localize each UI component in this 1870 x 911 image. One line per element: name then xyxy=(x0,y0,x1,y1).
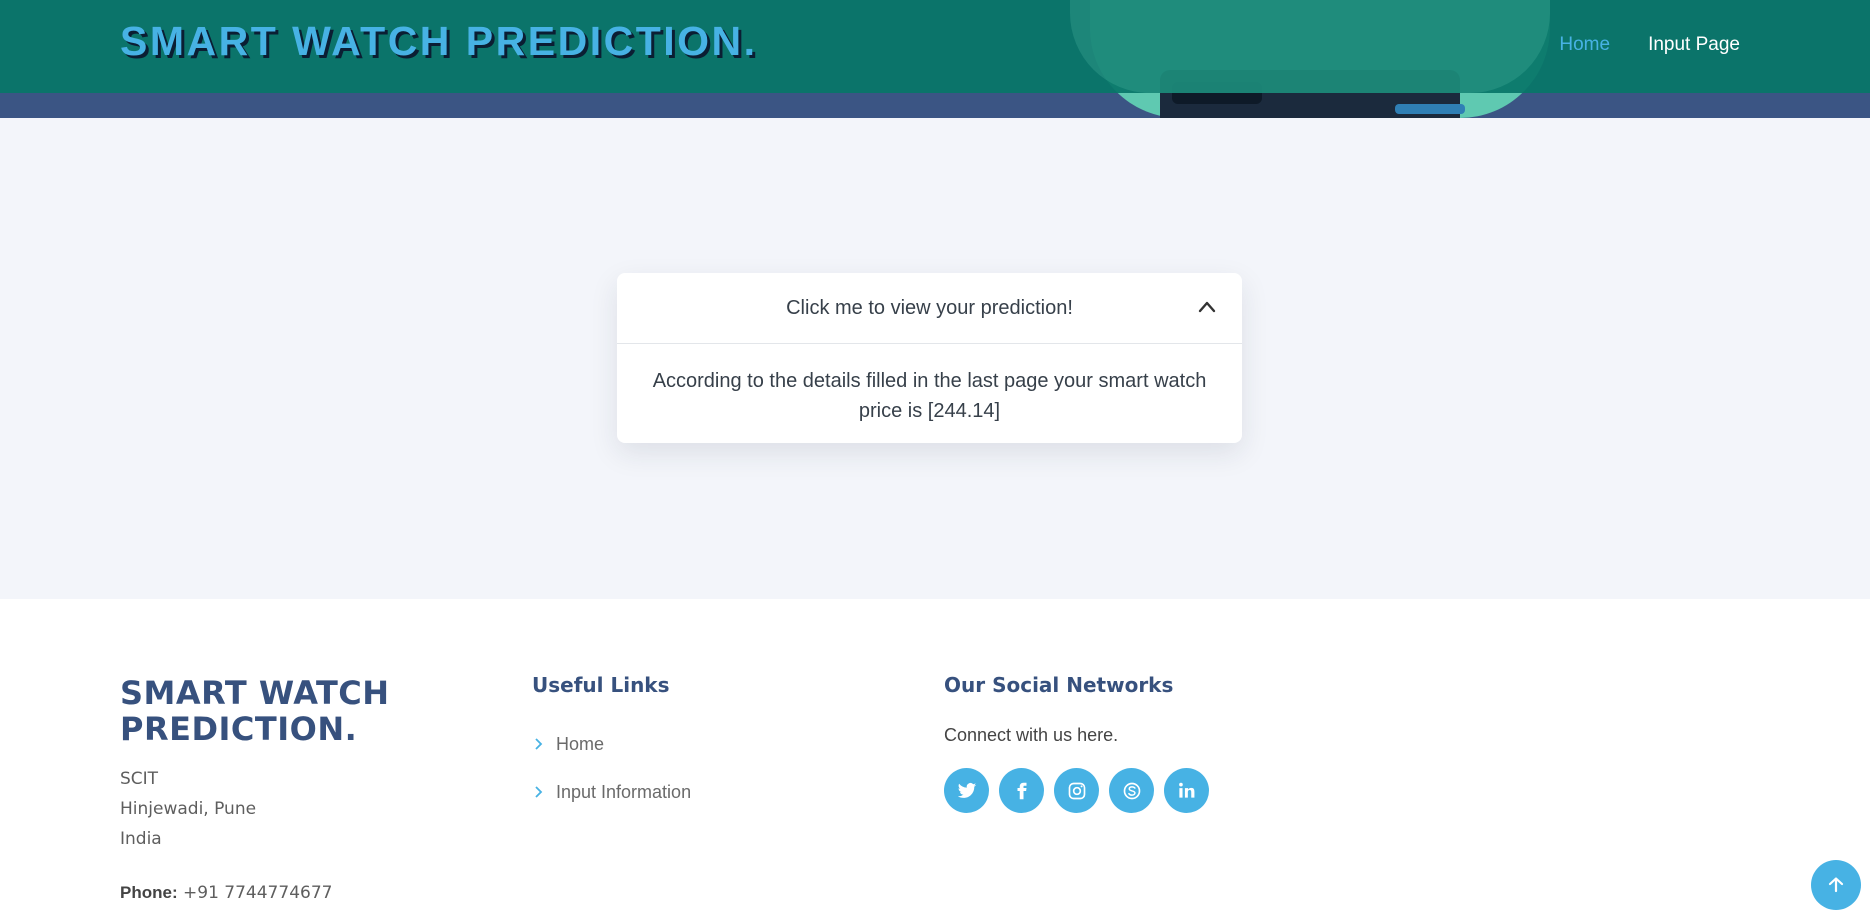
prediction-accordion-header[interactable]: Click me to view your prediction! xyxy=(617,273,1242,344)
social-networks-text: Connect with us here. xyxy=(944,725,1119,745)
prediction-result-text: According to the details filled in the l… xyxy=(652,370,1207,422)
phone-label: Phone: xyxy=(120,883,178,902)
skype-button[interactable] xyxy=(1109,768,1154,813)
social-buttons xyxy=(944,768,1209,813)
chevron-right-icon xyxy=(535,738,543,750)
footer-link-home[interactable]: Home xyxy=(532,720,691,768)
address-line: India xyxy=(120,829,162,849)
main-nav: Home Input Page xyxy=(1559,34,1740,56)
chevron-up-icon[interactable] xyxy=(1197,297,1217,317)
site-logo[interactable]: SMART WATCH PREDICTION. xyxy=(120,18,758,65)
footer-logo: SMART WATCH PREDICTION. xyxy=(120,675,420,747)
footer-link-label: Home xyxy=(556,733,605,754)
footer-logo-line1: SMART WATCH xyxy=(120,674,390,712)
phone-number: +91 7744774677 xyxy=(183,883,333,903)
twitter-icon xyxy=(957,782,976,798)
footer-link-input-information[interactable]: Input Information xyxy=(532,768,691,816)
instagram-button[interactable] xyxy=(1054,768,1099,813)
prediction-accordion: Click me to view your prediction! Accord… xyxy=(617,273,1242,443)
footer: SMART WATCH PREDICTION. SCIT Hinjewadi, … xyxy=(0,599,1870,911)
address-line: SCIT xyxy=(120,769,159,789)
prediction-section: Click me to view your prediction! Accord… xyxy=(0,118,1870,599)
nav-home-link[interactable]: Home xyxy=(1559,34,1610,56)
social-networks-title: Our Social Networks xyxy=(944,673,1174,697)
footer-address: SCIT Hinjewadi, Pune India xyxy=(120,764,256,854)
useful-links-title: Useful Links xyxy=(532,673,670,697)
address-line: Hinjewadi, Pune xyxy=(120,799,257,819)
smartwatch-indicator xyxy=(1395,104,1465,114)
twitter-button[interactable] xyxy=(944,768,989,813)
useful-links-list: Home Input Information xyxy=(532,720,691,816)
footer-phone: Phone: +91 7744774677 xyxy=(120,883,332,903)
footer-link-label: Input Information xyxy=(556,781,692,802)
facebook-button[interactable] xyxy=(999,768,1044,813)
prediction-accordion-title: Click me to view your prediction! xyxy=(786,296,1073,319)
chevron-right-icon xyxy=(535,786,543,798)
instagram-icon xyxy=(1068,782,1085,799)
top-navbar: SMART WATCH PREDICTION. Home Input Page xyxy=(0,0,1870,93)
arrow-up-icon xyxy=(1828,877,1844,893)
skype-icon xyxy=(1123,782,1140,799)
facebook-icon xyxy=(1017,782,1026,799)
footer-logo-line2: PREDICTION. xyxy=(120,710,358,748)
linkedin-button[interactable] xyxy=(1164,768,1209,813)
nav-input-page-link[interactable]: Input Page xyxy=(1648,34,1740,56)
navbar-decoration xyxy=(1070,0,1550,93)
linkedin-icon xyxy=(1179,782,1195,798)
back-to-top-button[interactable] xyxy=(1811,860,1861,910)
